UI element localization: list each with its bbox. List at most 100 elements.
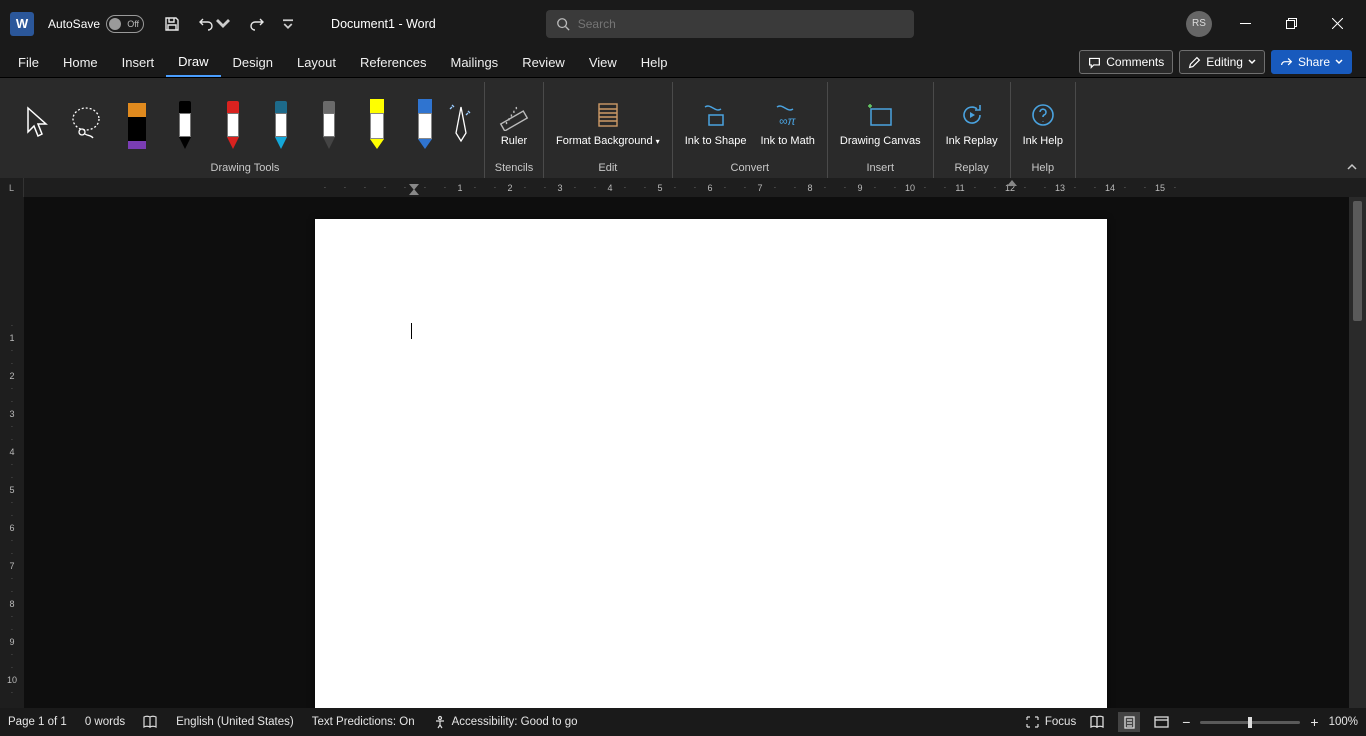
- group-stencils: Ruler Stencils: [485, 82, 544, 178]
- tab-layout[interactable]: Layout: [285, 49, 348, 76]
- right-indent-marker-icon[interactable]: [1007, 178, 1017, 188]
- lasso-tool[interactable]: [64, 97, 108, 149]
- tab-home[interactable]: Home: [51, 49, 110, 76]
- group-label: Insert: [866, 160, 894, 178]
- language-status[interactable]: English (United States): [176, 716, 294, 728]
- ink-math-icon: ∞π: [773, 101, 803, 129]
- text-predictions-status[interactable]: Text Predictions: On: [312, 716, 415, 728]
- vertical-ruler[interactable]: ·1··2··3··4··5··6··7··8··9··10·: [0, 197, 24, 708]
- focus-mode-button[interactable]: Focus: [1025, 715, 1076, 729]
- group-drawing-tools: Drawing Tools: [6, 82, 485, 178]
- select-tool[interactable]: [14, 97, 58, 149]
- pen-preset-5[interactable]: [362, 97, 392, 149]
- page-count[interactable]: Page 1 of 1: [8, 716, 67, 728]
- pen-preset-6[interactable]: [410, 97, 440, 149]
- status-bar: Page 1 of 1 0 words English (United Stat…: [0, 708, 1366, 736]
- tab-help[interactable]: Help: [629, 49, 680, 76]
- autosave-label: AutoSave: [48, 17, 100, 31]
- save-icon: [164, 16, 180, 32]
- maximize-icon: [1286, 18, 1297, 29]
- maximize-button[interactable]: [1268, 8, 1314, 40]
- tab-review[interactable]: Review: [510, 49, 577, 76]
- comment-icon: [1088, 56, 1101, 69]
- zoom-slider-knob[interactable]: [1248, 717, 1252, 728]
- tab-file[interactable]: File: [6, 49, 51, 76]
- qat-customize-button[interactable]: [279, 15, 297, 33]
- close-icon: [1332, 18, 1343, 29]
- ruler-button[interactable]: Ruler: [493, 96, 535, 150]
- print-layout-button[interactable]: [1118, 712, 1140, 732]
- action-pen-tool[interactable]: [446, 97, 476, 149]
- page[interactable]: [315, 219, 1107, 708]
- autosave-toggle[interactable]: AutoSave Off: [48, 15, 144, 33]
- user-avatar[interactable]: RS: [1186, 11, 1212, 37]
- undo-button[interactable]: [194, 12, 235, 36]
- page-icon: [593, 100, 623, 130]
- read-mode-button[interactable]: [1086, 712, 1108, 732]
- toggle-knob: [109, 18, 121, 30]
- title-bar: W AutoSave Off Document1 - Word RS: [0, 0, 1366, 47]
- toggle-switch[interactable]: Off: [106, 15, 144, 33]
- save-button[interactable]: [160, 12, 184, 36]
- word-count[interactable]: 0 words: [85, 716, 125, 728]
- chevron-down-icon: [1335, 58, 1343, 66]
- pen-preset-1[interactable]: [170, 97, 200, 149]
- editing-mode-button[interactable]: Editing: [1179, 50, 1265, 74]
- redo-button[interactable]: [245, 12, 269, 36]
- drawing-canvas-button[interactable]: Drawing Canvas: [836, 96, 925, 150]
- pen-preset-3[interactable]: [266, 97, 296, 149]
- pencil-icon: [1188, 56, 1201, 69]
- ink-to-math-button[interactable]: ∞π Ink to Math: [756, 96, 818, 150]
- tab-insert[interactable]: Insert: [110, 49, 167, 76]
- ink-to-shape-label: Ink to Shape: [685, 135, 747, 148]
- indent-marker-icon[interactable]: [409, 178, 419, 196]
- tab-view[interactable]: View: [577, 49, 629, 76]
- spellcheck-button[interactable]: [143, 715, 158, 729]
- tab-design[interactable]: Design: [221, 49, 285, 76]
- pen-preset-2[interactable]: [218, 97, 248, 149]
- search-box[interactable]: [546, 10, 914, 38]
- share-button[interactable]: Share: [1271, 50, 1352, 74]
- tab-draw[interactable]: Draw: [166, 48, 220, 77]
- group-help: Ink Help Help: [1011, 82, 1076, 178]
- close-button[interactable]: [1314, 8, 1360, 40]
- ribbon-tabs: FileHomeInsertDrawDesignLayoutReferences…: [0, 47, 1366, 78]
- group-convert: Ink to Shape ∞π Ink to Math Convert: [673, 82, 828, 178]
- vertical-scrollbar[interactable]: [1349, 197, 1366, 708]
- search-input[interactable]: [578, 17, 904, 31]
- minimize-icon: [1240, 18, 1251, 29]
- scrollbar-thumb[interactable]: [1353, 201, 1362, 321]
- pen-preset-0[interactable]: [122, 97, 152, 149]
- group-label: Edit: [598, 160, 617, 178]
- undo-icon: [198, 16, 214, 32]
- pen-preset-4[interactable]: [314, 97, 344, 149]
- minimize-button[interactable]: [1222, 8, 1268, 40]
- share-icon: [1280, 56, 1293, 69]
- collapse-ribbon-button[interactable]: [1346, 162, 1358, 172]
- accessibility-status[interactable]: Accessibility: Good to go: [433, 715, 578, 729]
- redo-icon: [249, 16, 265, 32]
- format-background-label: Format Background ▾: [556, 135, 660, 148]
- web-layout-button[interactable]: [1150, 712, 1172, 732]
- web-layout-icon: [1154, 715, 1169, 730]
- comments-button[interactable]: Comments: [1079, 50, 1173, 74]
- document-area[interactable]: [24, 197, 1349, 708]
- ink-replay-button[interactable]: Ink Replay: [942, 96, 1002, 150]
- sparkle-pen-icon: [448, 101, 474, 145]
- tab-mailings[interactable]: Mailings: [439, 49, 511, 76]
- ink-to-shape-button[interactable]: Ink to Shape: [681, 96, 751, 150]
- horizontal-ruler[interactable]: ·······1··2··3··4··5··6··7··8··9··10··11…: [24, 178, 1366, 197]
- group-label: Drawing Tools: [211, 160, 280, 178]
- zoom-level[interactable]: 100%: [1329, 716, 1358, 728]
- zoom-out-button[interactable]: −: [1182, 714, 1190, 730]
- accessibility-icon: [433, 715, 447, 729]
- ruler-label: Ruler: [501, 135, 527, 148]
- tab-references[interactable]: References: [348, 49, 438, 76]
- tab-selector[interactable]: L: [0, 178, 24, 197]
- zoom-in-button[interactable]: +: [1310, 714, 1318, 730]
- ruler-icon: [498, 99, 530, 131]
- zoom-slider[interactable]: [1200, 721, 1300, 724]
- ink-help-button[interactable]: Ink Help: [1019, 96, 1067, 150]
- format-background-button[interactable]: Format Background ▾: [552, 96, 664, 150]
- canvas-icon: [865, 101, 895, 129]
